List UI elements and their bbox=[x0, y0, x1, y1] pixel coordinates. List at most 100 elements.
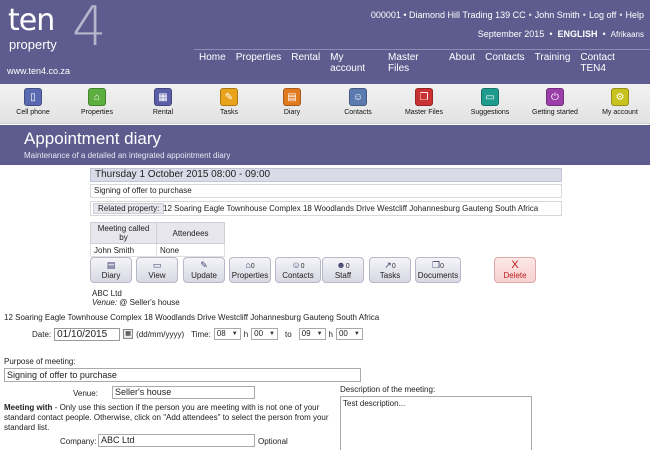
start-minute-select[interactable]: 00 ▼ bbox=[251, 328, 278, 340]
separator: • bbox=[582, 10, 586, 20]
power-icon: ⏻ bbox=[546, 88, 564, 106]
contacts-icon: ☺0 bbox=[291, 260, 305, 270]
files-icon: ❐ bbox=[415, 88, 433, 106]
meeting-called-by-value: John Smith bbox=[90, 243, 157, 257]
nav-contact-ten4[interactable]: Contact TEN4 bbox=[575, 52, 644, 74]
site-url[interactable]: www.ten4.co.za bbox=[7, 66, 70, 76]
date-label: Date: bbox=[32, 329, 52, 339]
properties-button[interactable]: ⌂0 Properties bbox=[229, 257, 271, 283]
meeting-with-text: - Only use this section if the person yo… bbox=[4, 403, 329, 432]
toolbar-label: Properties bbox=[81, 109, 113, 116]
toolbar-contacts-button[interactable]: ☺ Contacts bbox=[325, 88, 391, 116]
pushpin-icon: ↗0 bbox=[384, 260, 396, 270]
action-label: Contacts bbox=[282, 271, 314, 280]
related-property-value: 12 Soaring Eagle Townhouse Complex 18 Wo… bbox=[163, 204, 539, 213]
separator: • bbox=[602, 29, 606, 39]
diary-button[interactable]: ▤ Diary bbox=[90, 257, 132, 283]
monitor-icon: ▭ bbox=[481, 88, 499, 106]
house-icon: ⌂ bbox=[88, 88, 106, 106]
start-hour-select[interactable]: 08 ▼ bbox=[213, 328, 241, 340]
summary-venue-label: Venue: bbox=[92, 298, 118, 307]
calendar-picker-icon[interactable]: ▦ bbox=[123, 329, 134, 339]
page-title: Appointment diary bbox=[24, 129, 162, 148]
nav-properties[interactable]: Properties bbox=[231, 52, 287, 66]
account-company-link[interactable]: 000001 • Diamond Hill Trading 139 CC bbox=[371, 10, 526, 20]
toolbar-label: Getting started bbox=[532, 109, 578, 116]
description-label: Description of the meeting: bbox=[340, 385, 436, 394]
date-input[interactable]: 01/10/2015 bbox=[54, 327, 121, 341]
log-off-link[interactable]: Log off bbox=[589, 10, 616, 20]
company-input[interactable]: ABC Ltd bbox=[98, 434, 255, 447]
nav-home[interactable]: Home bbox=[194, 52, 231, 66]
toolbar-label: Contacts bbox=[344, 109, 372, 116]
end-minute-value: 00 bbox=[338, 329, 348, 338]
toolbar-label: Suggestions bbox=[470, 109, 510, 116]
toolbar-tasks-button[interactable]: ✎ Tasks bbox=[196, 88, 262, 116]
user-name-link[interactable]: John Smith bbox=[535, 10, 580, 20]
appointment-actions: ▤ Diary ▭ View ✎ Update ⌂0 Properties ☺0 Contacts… bbox=[90, 257, 570, 285]
nav-rental[interactable]: Rental bbox=[286, 52, 325, 66]
start-hour-value: 08 bbox=[216, 329, 226, 338]
toolbar-label: Rental bbox=[152, 109, 174, 116]
logo-subtext: property bbox=[9, 37, 57, 52]
help-link[interactable]: Help bbox=[625, 10, 644, 20]
ten4-logo[interactable]: ten property 4 bbox=[6, 0, 106, 58]
action-label: Documents bbox=[417, 271, 459, 280]
end-hour-select[interactable]: 09 ▼ bbox=[298, 328, 326, 340]
venue-label: Venue: bbox=[73, 389, 98, 398]
view-button[interactable]: ▭ View bbox=[136, 257, 178, 283]
calendar-icon: ▤ bbox=[283, 88, 301, 106]
tasks-button[interactable]: ↗0 Tasks bbox=[369, 257, 411, 283]
summary-venue-value: @ Seller's house bbox=[119, 298, 180, 307]
related-property-row: Related property: 12 Soaring Eagle Townh… bbox=[90, 201, 562, 216]
appointment-subject: Signing of offer to purchase bbox=[90, 184, 562, 198]
description-textarea[interactable]: Test description... bbox=[340, 396, 532, 450]
action-label: Update bbox=[191, 271, 217, 280]
purpose-input[interactable]: Signing of offer to purchase bbox=[4, 368, 361, 382]
language-english[interactable]: ENGLISH bbox=[557, 29, 597, 39]
end-minute-select[interactable]: 00 ▼ bbox=[335, 328, 363, 340]
house-icon: ⌂0 bbox=[245, 260, 255, 270]
toolbar-suggestions-button[interactable]: ▭ Suggestions bbox=[457, 88, 523, 116]
related-property-label: Related property: bbox=[93, 203, 165, 214]
company-label: Company: bbox=[60, 437, 97, 446]
nav-training[interactable]: Training bbox=[530, 52, 576, 66]
meeting-called-by-header: Meeting called by bbox=[90, 222, 157, 244]
chevron-down-icon: ▼ bbox=[353, 331, 360, 337]
count-badge: 0 bbox=[345, 263, 350, 270]
nav-contacts[interactable]: Contacts bbox=[480, 52, 529, 66]
toolbar-master-files-button[interactable]: ❐ Master Files bbox=[391, 88, 457, 116]
meeting-with-note: Meeting with - Only use this section if … bbox=[4, 403, 334, 433]
nav-master-files[interactable]: Master Files bbox=[383, 52, 444, 74]
action-label: Properties bbox=[231, 271, 269, 280]
action-label: Delete bbox=[503, 271, 527, 280]
date-time-row: Date: 01/10/2015 ▦ (dd/mm/yyyy) Time: 08… bbox=[32, 327, 363, 341]
toolbar-my-account-button[interactable]: ⚙ My account bbox=[587, 88, 650, 116]
delete-button[interactable]: X Delete bbox=[494, 257, 536, 283]
purpose-label: Purpose of meeting: bbox=[4, 357, 76, 366]
contacts-button[interactable]: ☺0 Contacts bbox=[275, 257, 321, 283]
toolbar-getting-started-button[interactable]: ⏻ Getting started bbox=[522, 88, 588, 116]
language-afrikaans[interactable]: Afrikaans bbox=[611, 30, 644, 39]
toolbar-diary-button[interactable]: ▤ Diary bbox=[259, 88, 325, 116]
end-hour-value: 09 bbox=[301, 329, 311, 338]
nav-about[interactable]: About bbox=[444, 52, 480, 66]
documents-button[interactable]: ❐0 Documents bbox=[415, 257, 461, 283]
appointment-heading: Thursday 1 October 2015 08:00 - 09:00 bbox=[90, 168, 562, 182]
staff-button[interactable]: ☻0 Staff bbox=[322, 257, 364, 283]
top-links: 000001 • Diamond Hill Trading 139 CC • J… bbox=[371, 10, 644, 20]
meeting-with-heading: Meeting with bbox=[4, 403, 53, 412]
nav-my-account[interactable]: My account bbox=[325, 52, 383, 74]
count-badge: 0 bbox=[440, 263, 444, 270]
update-button[interactable]: ✎ Update bbox=[183, 257, 225, 283]
update-icon: ✎ bbox=[200, 260, 208, 270]
page-subtitle: Maintenance of a detailed an integrated … bbox=[24, 151, 231, 160]
action-label: Diary bbox=[101, 271, 121, 280]
chevron-down-icon: ▼ bbox=[316, 331, 323, 337]
chevron-down-icon: ▼ bbox=[231, 331, 238, 337]
staff-icon: ☻0 bbox=[336, 260, 350, 270]
toolbar-properties-button[interactable]: ⌂ Properties bbox=[64, 88, 130, 116]
venue-input[interactable]: Seller's house bbox=[112, 386, 255, 399]
toolbar-rental-button[interactable]: ▦ Rental bbox=[130, 88, 196, 116]
toolbar-cell-phone-button[interactable]: ▯ Cell phone bbox=[0, 88, 66, 116]
